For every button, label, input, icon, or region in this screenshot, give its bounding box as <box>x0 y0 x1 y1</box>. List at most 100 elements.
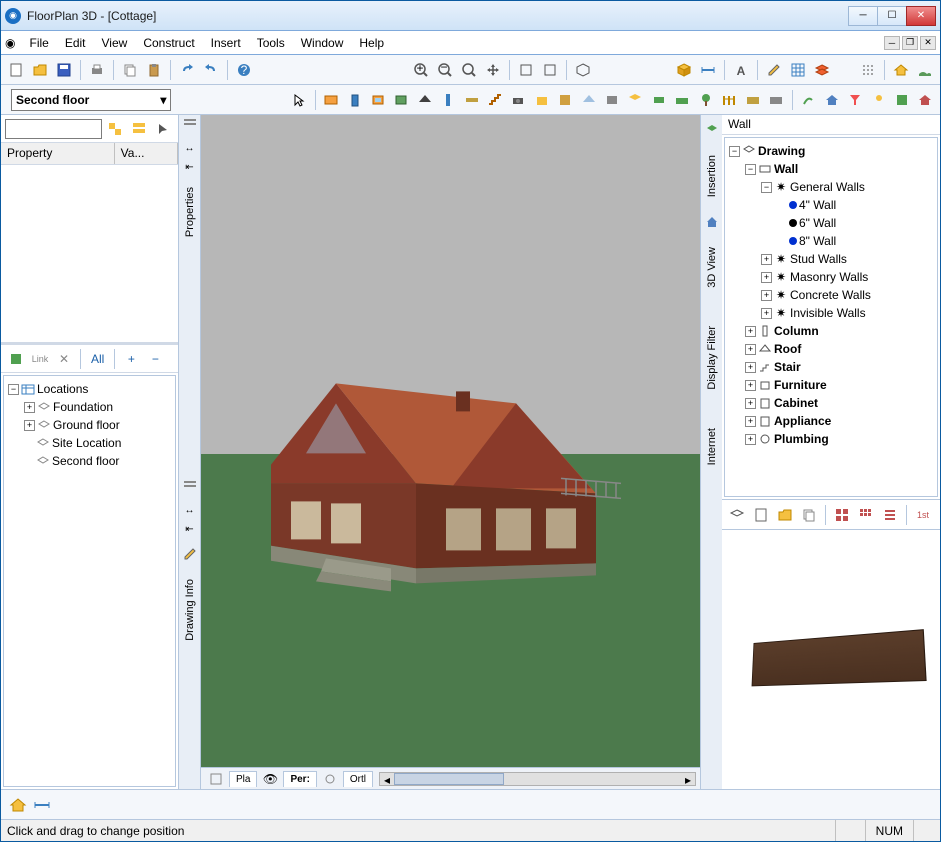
locations-tree[interactable]: − Locations + Foundation + Ground floor <box>3 375 176 787</box>
filter-button[interactable] <box>844 89 865 111</box>
measure-button[interactable] <box>697 59 719 81</box>
expand-icon[interactable]: + <box>761 254 772 265</box>
mdi-minimize-button[interactable]: ─ <box>884 36 900 50</box>
sidetab-display-filter[interactable]: Display Filter <box>704 320 720 396</box>
open-file-button[interactable] <box>29 59 51 81</box>
undo-button[interactable] <box>176 59 198 81</box>
expand-icon[interactable]: − <box>761 182 772 193</box>
preview-open-button[interactable] <box>774 504 796 526</box>
prop-sort-az-button[interactable] <box>104 118 126 140</box>
sidetab-insertion[interactable]: Insertion <box>704 149 720 203</box>
scroll-left-button[interactable]: ◂ <box>380 773 394 785</box>
furniture-tool-button[interactable] <box>531 89 552 111</box>
expand-icon[interactable]: − <box>745 164 756 175</box>
tree-wall[interactable]: − Wall <box>729 160 933 178</box>
library-button[interactable] <box>673 59 695 81</box>
tree-plumbing[interactable]: + Plumbing <box>729 430 933 448</box>
hvac-tool-button[interactable] <box>648 89 669 111</box>
menu-view[interactable]: View <box>94 33 136 53</box>
prop-arrow-button[interactable] <box>152 118 174 140</box>
redo-button[interactable] <box>200 59 222 81</box>
mdi-icon[interactable]: ◉ <box>5 36 15 50</box>
zoom-out-button[interactable]: − <box>434 59 456 81</box>
horizontal-scrollbar[interactable]: ◂ ▸ <box>379 772 696 786</box>
arrow-left-icon[interactable]: ↔ <box>185 505 195 516</box>
preview-layer-button[interactable] <box>726 504 748 526</box>
tree-masonry-walls[interactable]: + ✷ Masonry Walls <box>729 268 933 286</box>
expand-icon[interactable]: − <box>8 384 19 395</box>
tree-stair[interactable]: + Stair <box>729 358 933 376</box>
layers-button[interactable] <box>811 59 833 81</box>
expand-icon[interactable]: + <box>761 290 772 301</box>
paste-button[interactable] <box>143 59 165 81</box>
tab-ortho[interactable]: Ortl <box>343 771 373 787</box>
expand-icon[interactable]: + <box>745 344 756 355</box>
maximize-button[interactable]: ☐ <box>877 6 907 26</box>
expand-icon[interactable]: − <box>729 146 740 157</box>
print-button[interactable] <box>86 59 108 81</box>
bottom-house-button[interactable] <box>7 794 29 816</box>
tree-item-foundation[interactable]: + Foundation <box>8 398 171 416</box>
tree-column[interactable]: + Column <box>729 322 933 340</box>
preview-copy-button[interactable] <box>798 504 820 526</box>
expand-icon[interactable]: + <box>745 326 756 337</box>
bottom-measure-button[interactable] <box>31 794 53 816</box>
roof-tool-button[interactable] <box>414 89 435 111</box>
loc-delete-button[interactable]: ✕ <box>53 348 75 370</box>
sidetab-3d-view[interactable]: 3D View <box>704 241 720 294</box>
material-button[interactable] <box>821 89 842 111</box>
copy-button[interactable] <box>119 59 141 81</box>
menu-insert[interactable]: Insert <box>203 33 249 53</box>
pencil-icon[interactable] <box>179 543 201 565</box>
tree-invisible-walls[interactable]: + ✷ Invisible Walls <box>729 304 933 322</box>
3d-view[interactable] <box>201 115 700 767</box>
text-button[interactable]: A <box>730 59 752 81</box>
minimize-button[interactable]: ─ <box>848 6 878 26</box>
menu-tools[interactable]: Tools <box>249 33 293 53</box>
lighting-button[interactable] <box>868 89 889 111</box>
tree-wall-6[interactable]: 6" Wall <box>729 214 933 232</box>
view-3d-button[interactable] <box>572 59 594 81</box>
terrain-tool-button[interactable] <box>672 89 693 111</box>
loc-link-button[interactable]: Link <box>29 348 51 370</box>
column-property[interactable]: Property <box>1 143 115 164</box>
status-grip[interactable] <box>913 820 934 841</box>
grip-icon[interactable] <box>179 481 200 493</box>
house-icon[interactable] <box>701 211 723 233</box>
tree-furniture[interactable]: + Furniture <box>729 376 933 394</box>
help-button[interactable]: ? <box>233 59 255 81</box>
sidetab-properties[interactable]: Properties <box>182 181 198 243</box>
stair-tool-button[interactable] <box>484 89 505 111</box>
arrow-left-icon[interactable]: ↔ <box>185 143 195 154</box>
view-icon[interactable] <box>319 768 341 790</box>
mdi-close-button[interactable]: ✕ <box>920 36 936 50</box>
loc-collapse-button[interactable]: − <box>144 348 166 370</box>
grip-icon[interactable] <box>179 119 200 131</box>
preview-large-button[interactable] <box>831 504 853 526</box>
expand-icon[interactable]: + <box>745 398 756 409</box>
cabinet-tool-button[interactable] <box>555 89 576 111</box>
export-button[interactable] <box>915 89 936 111</box>
tree-stud-walls[interactable]: + ✷ Stud Walls <box>729 250 933 268</box>
tree-concrete-walls[interactable]: + ✷ Concrete Walls <box>729 286 933 304</box>
tree-general-walls[interactable]: − ✷ General Walls <box>729 178 933 196</box>
house-mode-button[interactable] <box>890 59 912 81</box>
landscape-button[interactable] <box>914 59 936 81</box>
view-top-button[interactable] <box>515 59 537 81</box>
expand-icon[interactable]: + <box>745 434 756 445</box>
tree-drawing[interactable]: − Drawing <box>729 142 933 160</box>
mdi-restore-button[interactable]: ❐ <box>902 36 918 50</box>
menu-window[interactable]: Window <box>293 33 352 53</box>
expand-icon[interactable]: + <box>745 416 756 427</box>
arrow-in-icon[interactable]: ⇤ <box>185 524 193 535</box>
appliance-tool-button[interactable] <box>578 89 599 111</box>
zoom-in-button[interactable]: + <box>410 59 432 81</box>
view-icon[interactable] <box>205 768 227 790</box>
camera-tool-button[interactable] <box>508 89 529 111</box>
tree-item-site-location[interactable]: Site Location <box>8 434 171 452</box>
tree-cabinet[interactable]: + Cabinet <box>729 394 933 412</box>
loc-add-button[interactable] <box>5 348 27 370</box>
properties-filter-combo[interactable] <box>5 119 102 139</box>
expand-icon[interactable]: + <box>745 362 756 373</box>
tree-wall-8[interactable]: 8" Wall <box>729 232 933 250</box>
